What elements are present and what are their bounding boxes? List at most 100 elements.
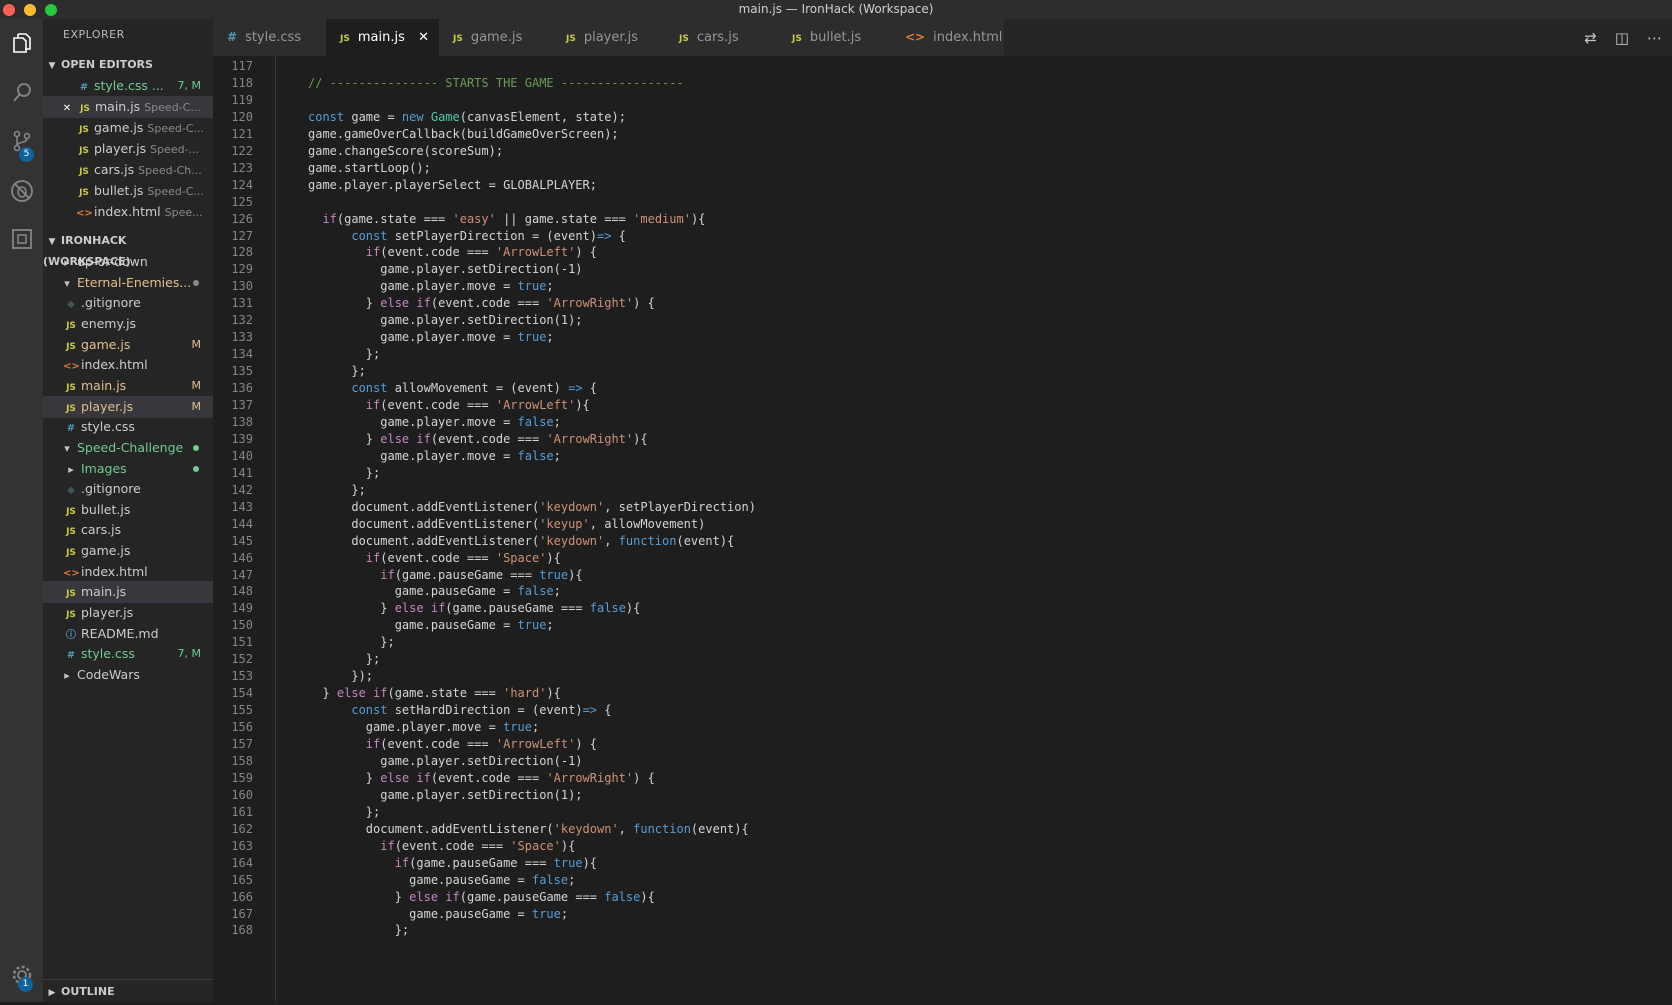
file-item[interactable]: JS enemy.js <box>43 313 213 335</box>
file-item[interactable]: JS game.js M <box>43 334 213 356</box>
file-item[interactable]: ◆ .gitignore <box>43 292 213 314</box>
debug-icon[interactable] <box>0 169 43 213</box>
status-dot <box>193 279 199 286</box>
close-icon[interactable]: ✕ <box>59 98 75 118</box>
line-number: 134 <box>231 347 253 362</box>
code-line: 134 }; <box>213 345 1513 363</box>
tab-label: cars.js <box>696 30 739 45</box>
file-item[interactable]: ⓘ README.md <box>43 623 213 645</box>
close-tab-icon[interactable]: ✕ <box>418 19 429 56</box>
tab-cars-js[interactable]: JS cars.js <box>665 19 779 56</box>
open-editor-item[interactable]: JS bullet.js Speed-C... <box>43 180 213 202</box>
code-line: 124 game.player.playerSelect = GLOBALPLAY… <box>213 176 1513 194</box>
status-dot <box>193 465 199 472</box>
open-editor-item[interactable]: JS cars.js Speed-Ch... <box>43 159 213 181</box>
line-text: game.startLoop(); <box>308 160 431 175</box>
code-line: 141 }; <box>213 464 1513 482</box>
extensions-icon[interactable] <box>0 217 43 261</box>
code-line: 145 document.addEventListener('keydown',… <box>213 532 1513 550</box>
git-file-icon: ◆ <box>67 299 75 311</box>
git-status: 7, M <box>177 647 201 661</box>
tab-main-js[interactable]: JS main.js ✕ <box>326 19 440 56</box>
tab-style-css[interactable]: # style.css <box>213 19 327 56</box>
file-item[interactable]: JS game.js <box>43 540 213 562</box>
outline-header[interactable]: ▶ OUTLINE <box>43 979 213 1003</box>
open-editors-label: OPEN EDITORS <box>61 58 153 71</box>
line-text: } else if(event.code === 'ArrowRight'){ <box>308 431 648 446</box>
open-editor-item[interactable]: JS player.js Speed-... <box>43 138 213 160</box>
source-control-icon[interactable]: 5 <box>0 119 43 163</box>
line-text: } else if(game.pauseGame === false){ <box>308 889 655 904</box>
line-number: 135 <box>231 364 253 379</box>
more-actions-icon[interactable]: ⋯ <box>1647 29 1662 47</box>
tab-game-js[interactable]: JS game.js <box>439 19 553 56</box>
line-text: document.addEventListener('keydown', set… <box>308 499 756 514</box>
open-editor-item[interactable]: <>index.html Spee... <box>43 201 213 223</box>
folder-item[interactable]: ▸ CodeWars <box>43 664 213 686</box>
line-number: 131 <box>231 296 253 311</box>
tab-label: player.js <box>583 30 639 45</box>
code-editor[interactable]: 117 118 // --------------- STARTS THE GAME… <box>213 56 1672 1002</box>
js-file-icon: JS <box>66 506 76 517</box>
line-number: 129 <box>231 262 253 277</box>
tab-index-html[interactable]: <> index.html <box>891 19 1005 56</box>
file-item[interactable]: ◆ .gitignore <box>43 478 213 500</box>
js-file-icon: JS <box>66 382 76 393</box>
line-number: 137 <box>231 398 253 412</box>
close-window-button[interactable] <box>3 4 15 16</box>
settings-gear-icon[interactable]: 1 <box>0 953 43 997</box>
line-text: game.player.playerSelect = GLOBALPLAYER; <box>308 177 597 192</box>
file-item[interactable]: JS bullet.js <box>43 499 213 521</box>
compare-changes-icon[interactable]: ⇄ <box>1584 29 1597 47</box>
line-number: 164 <box>231 855 253 870</box>
file-item[interactable]: # style.css 7, M <box>43 643 213 665</box>
file-description: Speed-C... <box>144 101 201 114</box>
zoom-window-button[interactable] <box>45 4 57 16</box>
file-name: Speed-Challenge <box>77 439 184 455</box>
file-item[interactable]: JS player.js M <box>43 395 213 418</box>
file-description: Speed-... <box>150 143 200 156</box>
chevron-down-icon: ▼ <box>48 61 56 71</box>
open-editor-item[interactable]: # style.css ... 7, M <box>43 75 213 97</box>
code-line: 153 }); <box>213 667 1513 685</box>
file-item[interactable]: <>index.html <box>43 354 213 376</box>
line-number: 132 <box>231 313 253 328</box>
file-name: cars.js <box>81 522 122 538</box>
git-file-icon: ◆ <box>67 485 75 497</box>
line-number: 160 <box>231 787 253 802</box>
tab-bullet-js[interactable]: JS bullet.js <box>778 19 892 56</box>
file-item[interactable]: JS cars.js <box>43 519 213 541</box>
file-item[interactable]: JS main.js M <box>43 375 213 397</box>
line-number: 162 <box>231 821 253 836</box>
file-item[interactable]: JS player.js <box>43 602 213 624</box>
outline-label: OUTLINE <box>61 985 115 998</box>
line-number: 124 <box>231 177 253 192</box>
line-text: if(event.code === 'ArrowLeft') { <box>365 737 598 751</box>
search-icon[interactable] <box>0 71 43 115</box>
code-line: 164 if(game.pauseGame === true){ <box>213 854 1513 872</box>
workspace-header[interactable]: ▼ IRONHACK (WORKSPACE) <box>43 231 213 268</box>
code-line: 155 const setHardDirection = (event)=> { <box>213 701 1513 719</box>
code-line: 123 game.startLoop(); <box>213 159 1513 177</box>
open-editors-header[interactable]: ▼ OPEN EDITORS <box>43 55 213 75</box>
tab-player-js[interactable]: JS player.js <box>552 19 666 56</box>
line-text: }; <box>308 652 381 667</box>
line-number: 166 <box>231 889 253 904</box>
line-text: if(game.state === 'easy' || game.state =… <box>322 211 706 226</box>
line-text: game.player.setDirection(-1) <box>308 262 583 277</box>
folder-item[interactable]: ▾ Speed-Challenge <box>43 437 213 459</box>
file-item[interactable]: JS main.js <box>43 581 213 604</box>
js-file-icon: JS <box>66 527 76 538</box>
file-item[interactable]: <>index.html <box>43 561 213 583</box>
line-number: 140 <box>231 448 253 463</box>
file-item[interactable]: # style.css <box>43 416 213 438</box>
open-editor-item[interactable]: JS game.js Speed-C... <box>43 117 213 139</box>
split-editor-icon[interactable]: ◫ <box>1615 29 1629 47</box>
html-file-icon: <> <box>905 30 926 44</box>
folder-item[interactable]: ▾ Eternal-Enemies... <box>43 272 213 294</box>
explorer-icon[interactable] <box>0 21 43 65</box>
folder-item[interactable]: ▸ Images <box>43 458 213 480</box>
open-editor-item[interactable]: ✕ JS main.js Speed-C... <box>43 96 213 118</box>
minimize-window-button[interactable] <box>24 4 36 16</box>
folder-item[interactable]: ▸ up-or-down <box>43 251 213 273</box>
